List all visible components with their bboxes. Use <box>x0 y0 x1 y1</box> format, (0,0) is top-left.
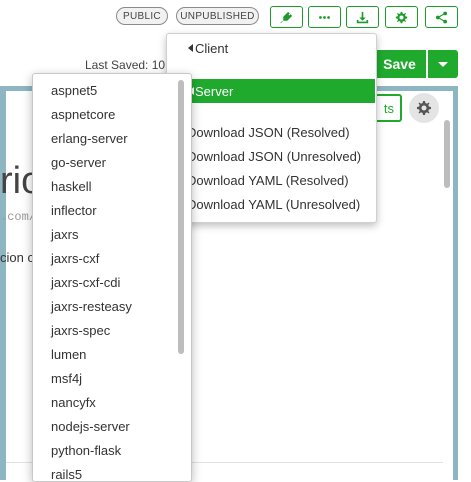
editor-settings-button[interactable] <box>409 93 439 123</box>
editor-scrollbar[interactable] <box>444 120 450 188</box>
server-language-item[interactable]: jaxrs-resteasy <box>51 299 132 314</box>
menu-item-label: Download YAML (Unresolved) <box>187 196 361 212</box>
menu-item-label: Download JSON (Resolved) <box>187 124 350 140</box>
download-yaml-resolved-item[interactable]: Download YAML (Resolved) <box>167 168 376 192</box>
more-options-button[interactable] <box>308 6 341 28</box>
download-icon <box>356 11 369 23</box>
public-badge: PUBLIC <box>116 7 168 25</box>
api-description: cion c <box>0 250 34 265</box>
download-json-unresolved-item[interactable]: Download JSON (Unresolved) <box>167 144 376 168</box>
server-language-item[interactable]: haskell <box>51 179 91 194</box>
gear-icon <box>417 101 431 115</box>
api-url: .com/ <box>0 210 37 224</box>
plugin-button[interactable] <box>270 6 303 28</box>
server-language-item[interactable]: aspnetcore <box>51 107 115 122</box>
server-language-item[interactable]: erlang-server <box>51 131 128 146</box>
language-menu-scrollbar[interactable] <box>178 80 184 354</box>
authorize-label: ts <box>383 100 394 116</box>
server-language-item[interactable]: jaxrs-cxf <box>51 251 99 266</box>
client-label: Client <box>195 40 229 56</box>
caret-left-icon <box>188 44 193 52</box>
plugin-icon <box>280 11 293 23</box>
settings-button[interactable] <box>385 6 418 28</box>
server-language-item[interactable]: nancyfx <box>51 395 96 410</box>
gear-icon <box>395 11 408 23</box>
client-menu-item[interactable]: Client <box>167 36 376 60</box>
menu-item-label: Download JSON (Unresolved) <box>187 148 362 164</box>
share-icon <box>435 11 448 23</box>
server-language-item[interactable]: aspnet5 <box>51 83 97 98</box>
server-language-item[interactable]: inflector <box>51 203 97 218</box>
server-language-item[interactable]: python-flask <box>51 443 121 458</box>
server-menu-item[interactable]: Server <box>167 79 375 103</box>
menu-item-label: Download YAML (Resolved) <box>187 172 349 188</box>
share-button[interactable] <box>425 6 458 28</box>
server-language-item[interactable]: go-server <box>51 155 106 170</box>
unpublished-badge: UNPUBLISHED <box>176 7 259 25</box>
save-options-button[interactable] <box>428 50 458 78</box>
server-language-menu: aspnet5 aspnetcore erlang-server go-serv… <box>32 73 192 482</box>
save-button[interactable]: Save <box>373 50 426 78</box>
download-yaml-unresolved-item[interactable]: Download YAML (Unresolved) <box>167 192 376 216</box>
last-saved-label: Last Saved: 10:4 <box>85 58 176 72</box>
download-json-resolved-item[interactable]: Download JSON (Resolved) <box>167 120 376 144</box>
download-dropdown-menu: Client Server Download JSON (Resolved) D… <box>166 33 377 223</box>
server-language-item[interactable]: lumen <box>51 347 86 362</box>
caret-down-icon <box>438 61 448 67</box>
server-language-item[interactable]: nodejs-server <box>51 419 130 434</box>
download-button[interactable] <box>346 6 379 28</box>
server-language-item[interactable]: jaxrs <box>51 227 78 242</box>
server-language-item[interactable]: jaxrs-spec <box>51 323 110 338</box>
server-label: Server <box>195 83 234 99</box>
server-language-item[interactable]: msf4j <box>51 371 82 386</box>
editor-frame-right <box>453 86 458 480</box>
more-icon <box>319 15 330 19</box>
server-language-item[interactable]: jaxrs-cxf-cdi <box>51 275 120 290</box>
